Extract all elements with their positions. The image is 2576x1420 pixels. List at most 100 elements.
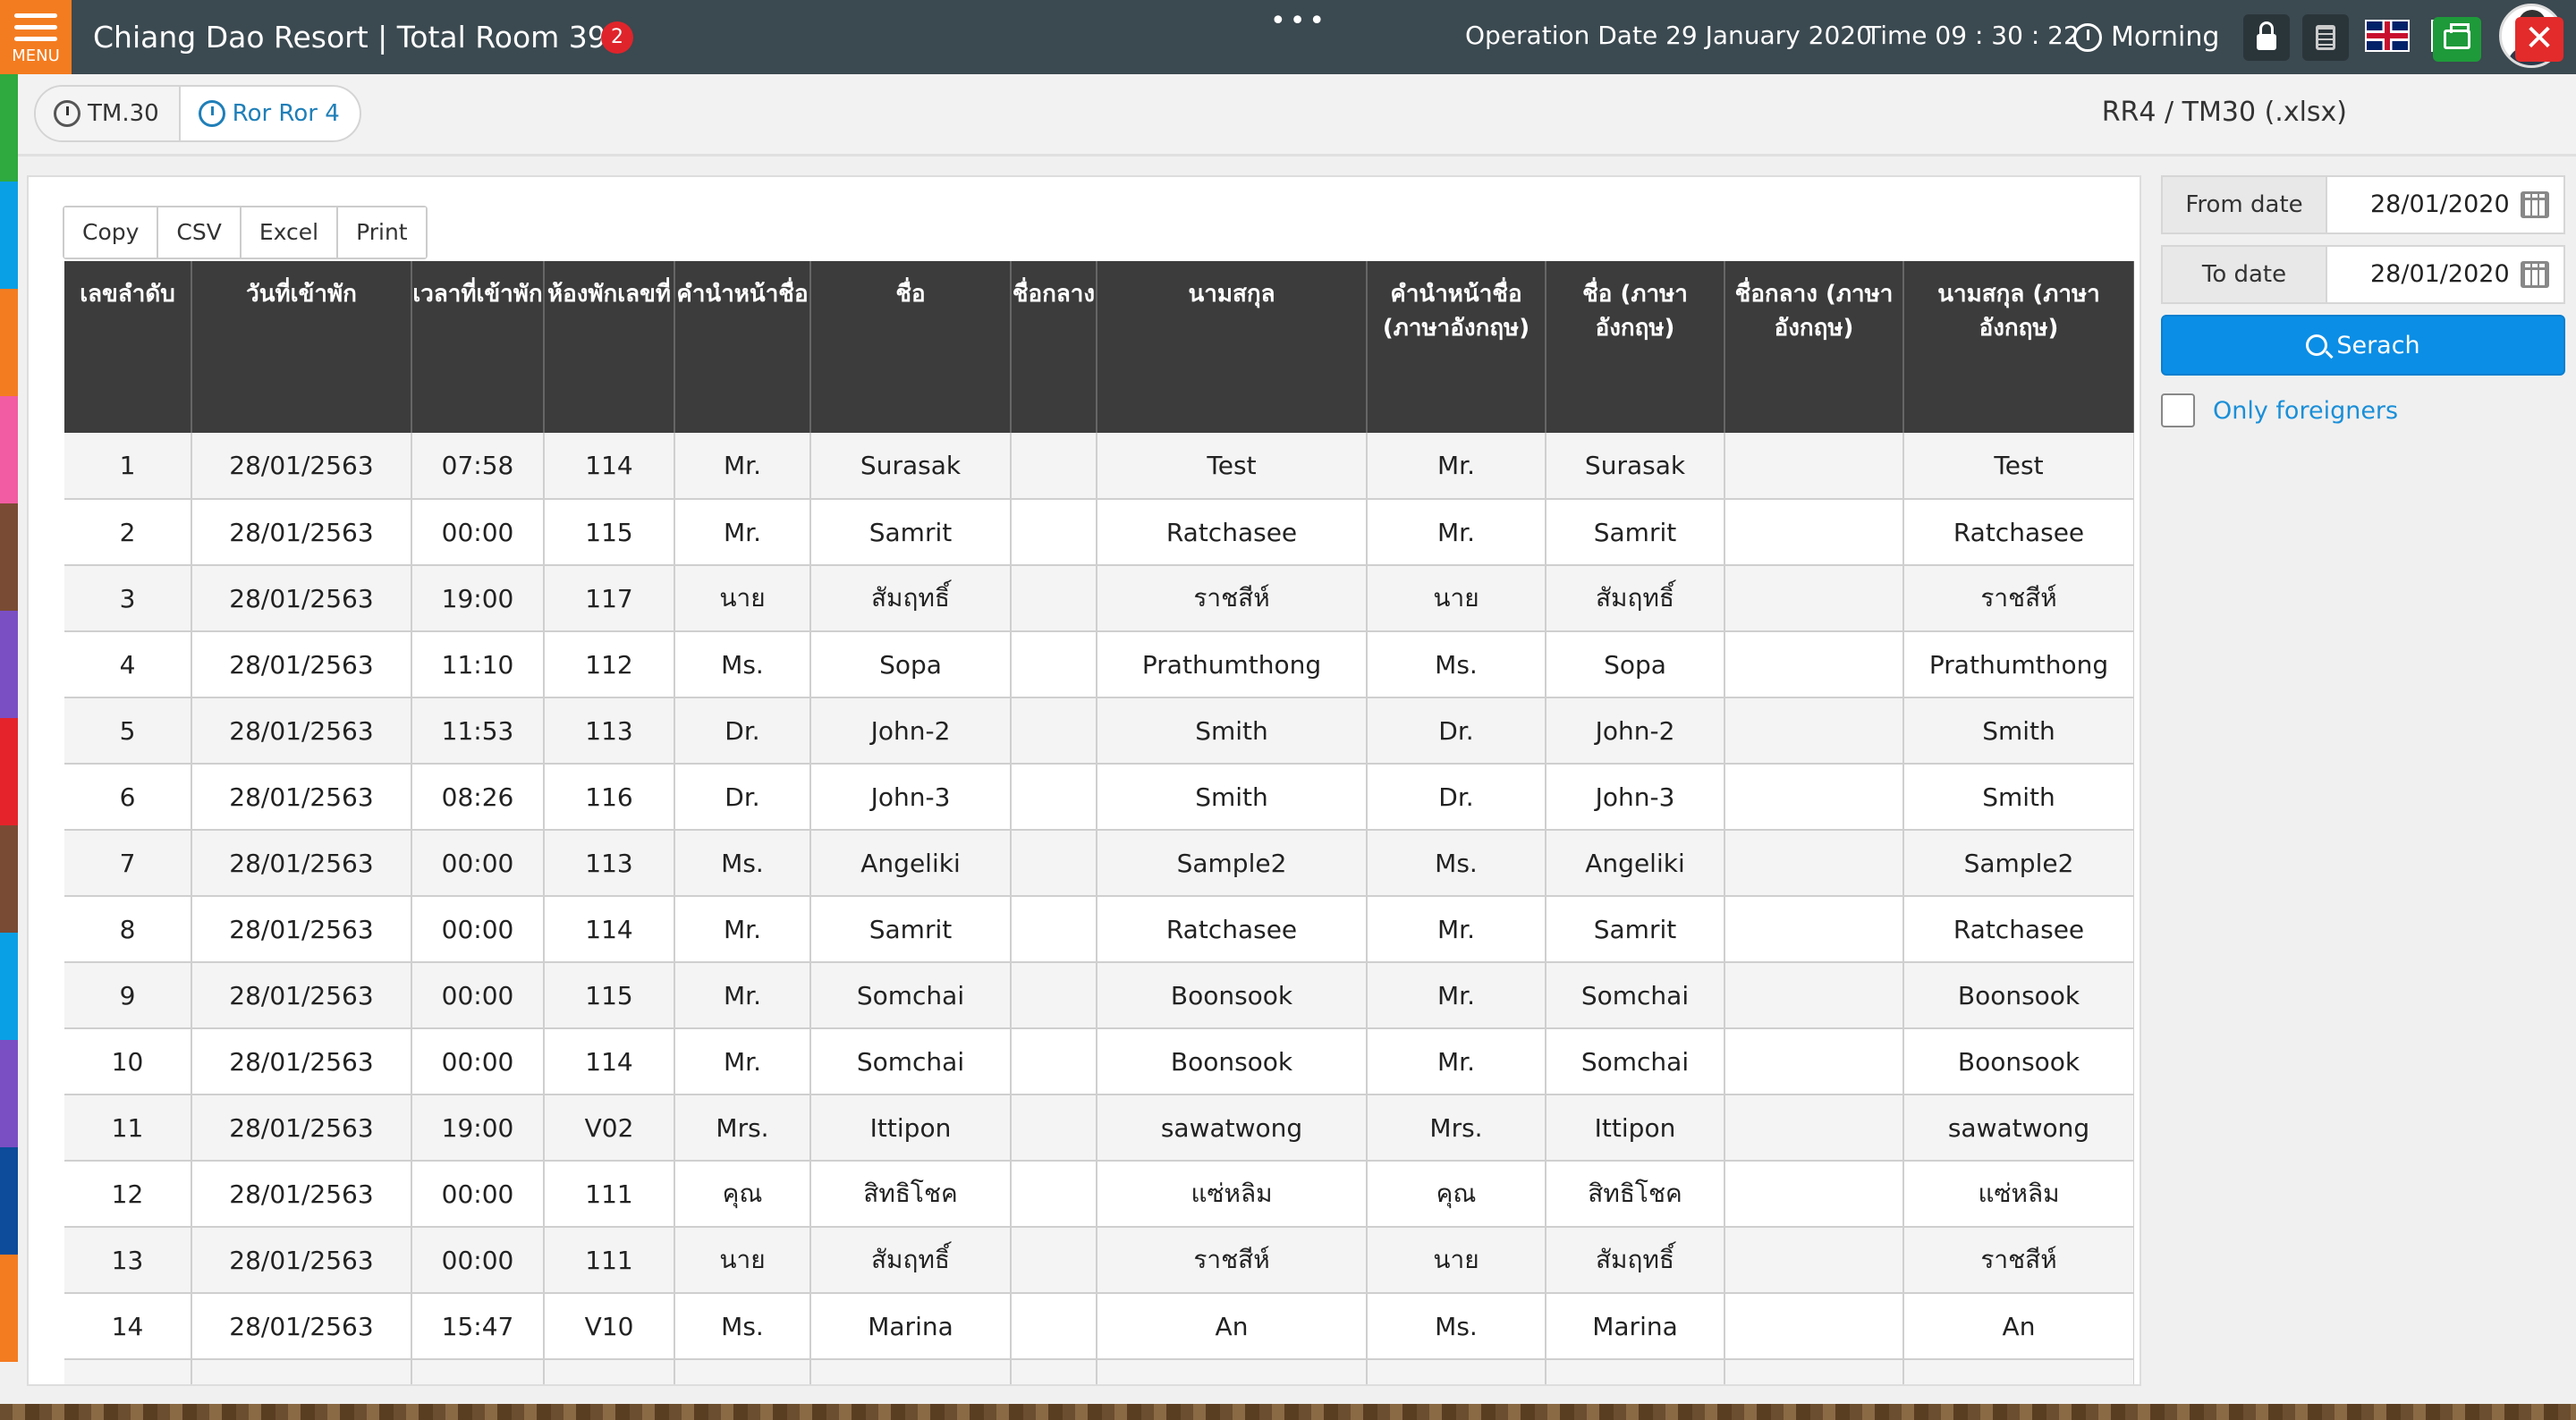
table-row[interactable]: 8 28/01/2563 00:00 114 Mr. Samrit Ratchasee Mr.…	[64, 896, 2134, 963]
table-cell	[1546, 1359, 1725, 1384]
report-panel: Copy CSV Excel Print เลขลำดับ วันที่เข้าพักเ…	[27, 175, 2141, 1386]
table-cell: Dr.	[1367, 764, 1546, 831]
table-cell: 28/01/2563	[191, 697, 412, 765]
column-header[interactable]: ชื่อ (ภาษาอังกฤษ)	[1546, 261, 1725, 433]
to-date-input[interactable]: 28/01/2020	[2326, 245, 2565, 304]
column-header[interactable]: เลขลำดับ	[64, 261, 192, 433]
table-cell: 28/01/2563	[191, 896, 412, 963]
column-header[interactable]: นามสกุล (ภาษาอังกฤษ)	[1903, 261, 2134, 433]
table-cell: Smith	[1097, 697, 1368, 765]
table-cell: Smith	[1903, 697, 2134, 765]
table-cell	[1724, 433, 1904, 500]
only-foreigners-checkbox[interactable]	[2161, 393, 2195, 427]
table-cell	[1011, 896, 1097, 963]
table-cell: 00:00	[411, 830, 545, 897]
strip-segment	[0, 289, 18, 396]
table-row[interactable]: 14 28/01/2563 15:47 V10 Ms. Marina An Ms. Marina…	[64, 1293, 2134, 1360]
search-icon	[2306, 334, 2328, 356]
calculator-icon	[2316, 25, 2335, 50]
table-cell: Sopa	[810, 631, 1012, 698]
table-row[interactable]: 12 28/01/2563 00:00 111 คุณ สิทธิโชค แซ่หลิม คุ…	[64, 1161, 2134, 1228]
more-dots-icon[interactable]: •••	[1270, 5, 1328, 37]
print-button[interactable]	[2433, 17, 2481, 62]
close-button[interactable]: ✕	[2515, 17, 2563, 62]
column-header[interactable]: คำนำหน้าชื่อ (ภาษาอังกฤษ)	[1367, 261, 1546, 433]
export-print-button[interactable]: Print	[338, 207, 426, 258]
table-cell: 5	[64, 697, 192, 765]
table-header-row: เลขลำดับ วันที่เข้าพัก เวลาที่เข้าพัก ห้องพ…	[64, 261, 2134, 433]
table-row[interactable]: 6 28/01/2563 08:26 116 Dr. John-3 Smith Dr. John…	[64, 764, 2134, 831]
table-cell: ราชสีห์	[1097, 565, 1368, 632]
from-date-input[interactable]: 28/01/2020	[2326, 175, 2565, 234]
table-cell: 114	[544, 896, 675, 963]
table-cell: 8	[64, 896, 192, 963]
tab-tm30[interactable]: TM.30	[36, 87, 181, 140]
table-cell: Angeliki	[1546, 830, 1725, 897]
calendar-icon[interactable]	[2521, 191, 2549, 218]
table-cell: Mr.	[1367, 1028, 1546, 1095]
table-cell: 11:10	[411, 631, 545, 698]
table-cell: ราชสีห์	[1097, 1227, 1368, 1294]
table-cell	[1724, 1161, 1904, 1228]
table-cell: Mr.	[1367, 896, 1546, 963]
table-row[interactable]: 1 28/01/2563 07:58 114 Mr. Surasak Test Mr. Sura…	[64, 433, 2134, 500]
table-row[interactable]: 13 28/01/2563 00:00 111 นาย สัมฤทธิ์ ราชสีห์ นา…	[64, 1227, 2134, 1294]
strip-segment	[0, 1040, 18, 1147]
table-cell: 00:00	[411, 1028, 545, 1095]
table-cell: Dr.	[674, 697, 811, 765]
table-cell: สัมฤทธิ์	[810, 565, 1012, 632]
current-time: Time 09 : 30 : 22	[1866, 21, 2080, 50]
column-header[interactable]: ชื่อกลาง	[1011, 261, 1097, 433]
table-cell: Surasak	[1546, 433, 1725, 500]
column-header[interactable]: ชื่อกลาง (ภาษาอังกฤษ)	[1724, 261, 1904, 433]
calendar-icon[interactable]	[2521, 261, 2549, 288]
table-cell: Samrit	[1546, 499, 1725, 566]
table-row[interactable]: 3 28/01/2563 19:00 117 นาย สัมฤทธิ์ ราชสีห์ นาย…	[64, 565, 2134, 632]
table-cell: ราชสีห์	[1903, 1227, 2134, 1294]
search-button[interactable]: Serach	[2161, 315, 2565, 376]
only-foreigners-label[interactable]: Only foreigners	[2213, 397, 2398, 425]
table-cell: Angeliki	[810, 830, 1012, 897]
table-container[interactable]: เลขลำดับ วันที่เข้าพัก เวลาที่เข้าพัก ห้องพ…	[64, 261, 2134, 1384]
menu-button[interactable]: MENU	[0, 0, 72, 74]
table-cell	[1724, 962, 1904, 1029]
table-row[interactable]: 7 28/01/2563 00:00 113 Ms. Angeliki Sample2 Ms.…	[64, 830, 2134, 897]
table-row[interactable]: 4 28/01/2563 11:10 112 Ms. Sopa Prathumthong Ms…	[64, 631, 2134, 698]
table-cell: 116	[544, 764, 675, 831]
filter-panel: From date 28/01/2020 To date 28/01/2020 …	[2161, 175, 2565, 427]
table-cell: Ms.	[674, 1293, 811, 1360]
table-cell: 28/01/2563	[191, 1161, 412, 1228]
table-row[interactable]: 5 28/01/2563 11:53 113 Dr. John-2 Smith Dr. John…	[64, 697, 2134, 765]
strip-segment	[0, 1255, 18, 1362]
export-csv-button[interactable]: CSV	[158, 207, 242, 258]
table-cell: Ittipon	[810, 1095, 1012, 1162]
only-foreigners-row: Only foreigners	[2161, 393, 2565, 427]
english-flag-icon[interactable]	[2365, 20, 2410, 52]
column-header[interactable]: เวลาที่เข้าพัก	[411, 261, 545, 433]
column-header[interactable]: คำนำหน้าชื่อ	[674, 261, 811, 433]
table-cell: 2	[64, 499, 192, 566]
table-cell	[1011, 631, 1097, 698]
column-header[interactable]: นามสกุล	[1097, 261, 1368, 433]
table-cell: 3	[64, 565, 192, 632]
table-cell: 19:00	[411, 565, 545, 632]
calculator-button[interactable]	[2302, 14, 2349, 61]
export-copy-button[interactable]: Copy	[64, 207, 159, 258]
column-header[interactable]: ห้องพักเลขที่	[544, 261, 675, 433]
tab-ror-ror-4[interactable]: Ror Ror 4	[181, 87, 360, 140]
table-cell: 28/01/2563	[191, 1227, 412, 1294]
table-row[interactable]: 2 28/01/2563 00:00 115 Mr. Samrit Ratchasee Mr.…	[64, 499, 2134, 566]
export-excel-button[interactable]: Excel	[241, 207, 339, 258]
column-header[interactable]: วันที่เข้าพัก	[191, 261, 412, 433]
column-header[interactable]: ชื่อ	[810, 261, 1012, 433]
table-row[interactable]: 10 28/01/2563 00:00 114 Mr. Somchai Boonsook Mr…	[64, 1028, 2134, 1095]
lock-button[interactable]	[2243, 14, 2290, 61]
table-cell: 115	[544, 499, 675, 566]
notification-badge[interactable]: 2	[601, 21, 633, 54]
table-cell	[64, 1359, 192, 1384]
table-row[interactable]: 9 28/01/2563 00:00 115 Mr. Somchai Boonsook Mr.…	[64, 962, 2134, 1029]
hamburger-icon	[14, 13, 57, 18]
table-cell	[1724, 565, 1904, 632]
clock-icon	[2073, 22, 2102, 52]
table-row[interactable]: 11 28/01/2563 19:00 V02 Mrs. Ittipon sawatwong…	[64, 1095, 2134, 1162]
